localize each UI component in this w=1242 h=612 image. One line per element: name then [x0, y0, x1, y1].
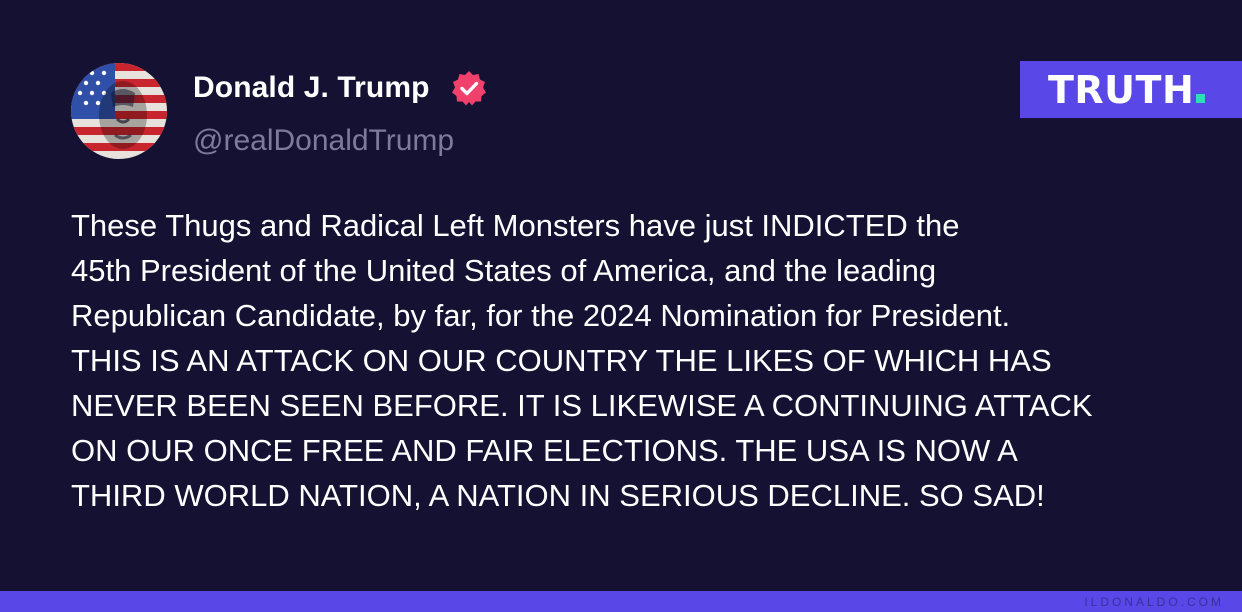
post-line: Republican Candidate, by far, for the 20… [71, 298, 1011, 333]
author-display-name[interactable]: Donald J. Trump [193, 70, 430, 106]
footer-bar: ILDONALDO.COM [0, 591, 1242, 612]
verified-badge-icon [451, 70, 487, 106]
truth-social-logo: TRUTH [1020, 61, 1242, 118]
avatar[interactable] [71, 63, 167, 159]
author-handle[interactable]: @realDonaldTrump [193, 123, 454, 159]
watermark: ILDONALDO.COM [1084, 595, 1224, 609]
logo-text: TRUTH [1048, 68, 1195, 112]
post-text: These Thugs and Radical Left Monsters ha… [71, 203, 1201, 518]
avatar-image [71, 63, 167, 159]
post-line: NEVER BEEN SEEN BEFORE. IT IS LIKEWISE A… [71, 388, 1093, 423]
post-line: THIRD WORLD NATION, A NATION IN SERIOUS … [71, 478, 1045, 513]
post-line: 45th President of the United States of A… [71, 253, 937, 288]
post-line: ON OUR ONCE FREE AND FAIR ELECTIONS. THE… [71, 433, 1018, 468]
logo-dot [1196, 94, 1206, 103]
post-line: These Thugs and Radical Left Monsters ha… [71, 208, 960, 243]
post-line: THIS IS AN ATTACK ON OUR COUNTRY THE LIK… [71, 343, 1052, 378]
